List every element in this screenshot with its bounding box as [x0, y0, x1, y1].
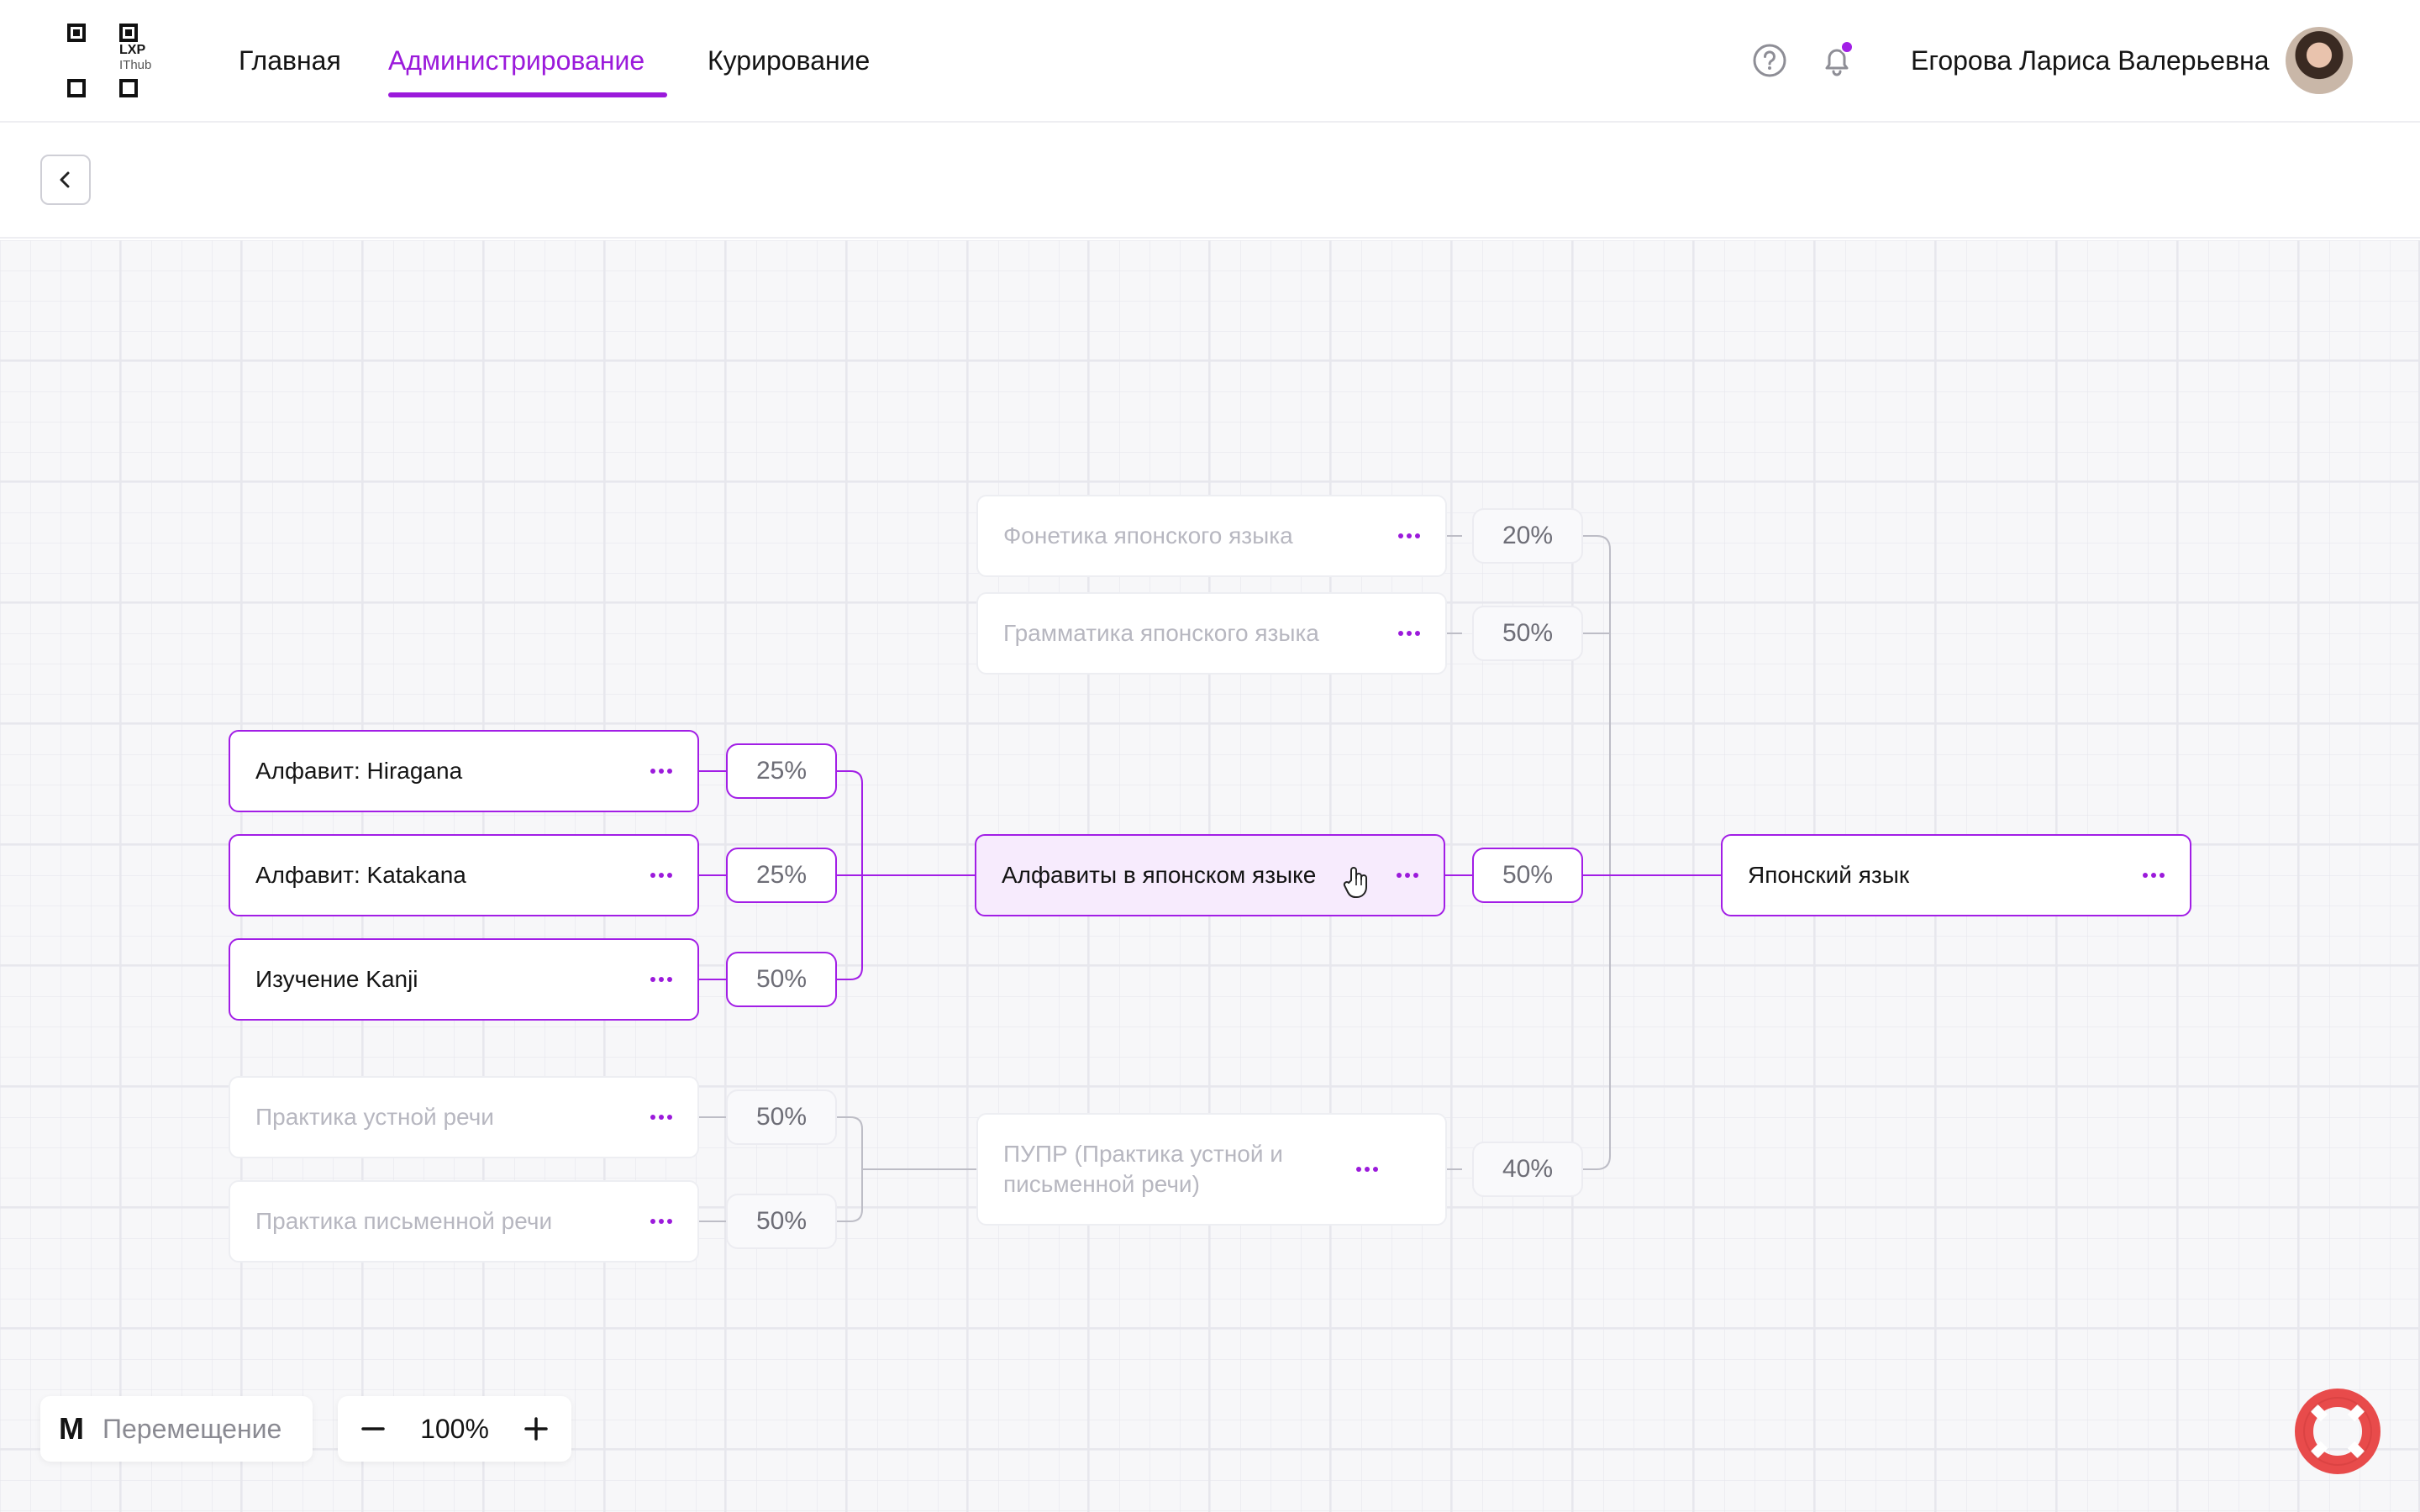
node-label: Фонетика японского языка: [1003, 522, 1293, 549]
weight-pupr[interactable]: 40%: [1472, 1142, 1583, 1197]
mode-label: Перемещение: [103, 1413, 282, 1444]
weight-katakana[interactable]: 25%: [726, 848, 837, 903]
logo-text-ithub: IThub: [119, 58, 152, 72]
node-phonetics[interactable]: Фонетика японского языка: [976, 495, 1447, 577]
logo-text-lxp: LXP: [119, 43, 146, 57]
node-kanji[interactable]: Изучение Kanji: [229, 938, 699, 1021]
node-label: Практика устной речи: [255, 1104, 494, 1130]
more-icon[interactable]: [1356, 1167, 1378, 1172]
weight-grammar[interactable]: 50%: [1472, 606, 1583, 661]
more-icon[interactable]: [2143, 873, 2165, 878]
weight-alphabets[interactable]: 50%: [1472, 848, 1583, 903]
node-label: Практика письменной речи: [255, 1208, 553, 1234]
hand-cursor-icon: [1343, 867, 1367, 898]
notification-badge-dot: [1840, 40, 1854, 54]
node-hiragana[interactable]: Алфавит: Hiragana: [229, 730, 699, 812]
top-header: LXP IThub Главная Администрирование Кури…: [0, 0, 2420, 123]
lifebuoy-icon[interactable]: [2294, 1388, 2381, 1475]
weight-hiragana[interactable]: 25%: [726, 743, 837, 799]
node-writing-practice[interactable]: Практика письменной речи: [229, 1180, 699, 1263]
more-icon[interactable]: [1397, 873, 1418, 878]
mode-indicator[interactable]: M Перемещение: [40, 1396, 313, 1462]
node-label: Японский язык: [1748, 862, 1910, 888]
zoom-control: 100%: [338, 1396, 571, 1462]
minus-icon: [361, 1427, 385, 1431]
more-icon[interactable]: [650, 1219, 672, 1224]
node-label: ПУПР (Практика устной и письменной речи): [1003, 1141, 1283, 1197]
more-icon[interactable]: [1398, 533, 1420, 538]
weight-kanji[interactable]: 50%: [726, 952, 837, 1007]
nav-item-administration[interactable]: Администрирование: [388, 44, 644, 77]
node-label: Алфавиты в японском языке: [1002, 862, 1317, 888]
logo-square: [119, 24, 138, 42]
node-speaking-practice[interactable]: Практика устной речи: [229, 1076, 699, 1158]
zoom-level: 100%: [420, 1413, 489, 1444]
logo-square: [119, 79, 138, 97]
node-label: Грамматика японского языка: [1003, 620, 1319, 646]
node-grammar[interactable]: Грамматика японского языка: [976, 592, 1447, 675]
logo-square: [67, 79, 86, 97]
zoom-out-button[interactable]: [356, 1412, 390, 1446]
node-japanese-language[interactable]: Японский язык: [1721, 834, 2191, 916]
user-name[interactable]: Егорова Лариса Валерьевна: [1911, 44, 2270, 77]
avatar[interactable]: [2286, 27, 2353, 94]
nav-active-underline: [388, 92, 667, 97]
back-button[interactable]: [40, 155, 91, 205]
chevron-left-icon: [60, 171, 70, 188]
mode-shortcut-key: M: [59, 1411, 84, 1446]
node-alphabets[interactable]: Алфавиты в японском языке: [975, 834, 1445, 916]
node-label: Алфавит: Katakana: [255, 862, 466, 888]
zoom-in-button[interactable]: [519, 1412, 553, 1446]
weight-speaking[interactable]: 50%: [726, 1089, 837, 1145]
node-pupr[interactable]: ПУПР (Практика устной и письменной речи): [976, 1113, 1447, 1226]
weight-writing[interactable]: 50%: [726, 1194, 837, 1249]
node-label: Изучение Kanji: [255, 966, 418, 992]
nav-item-home[interactable]: Главная: [239, 44, 341, 77]
page-toolbar: [0, 124, 2420, 239]
more-icon[interactable]: [650, 769, 672, 774]
nav-item-curation[interactable]: Курирование: [708, 44, 870, 77]
logo[interactable]: LXP IThub: [64, 22, 165, 101]
weight-phonetics[interactable]: 20%: [1472, 508, 1583, 564]
node-label: Алфавит: Hiragana: [255, 758, 463, 784]
more-icon[interactable]: [650, 977, 672, 982]
node-katakana[interactable]: Алфавит: Katakana: [229, 834, 699, 916]
help-circle-icon[interactable]: [1749, 40, 1790, 81]
more-icon[interactable]: [1398, 631, 1420, 636]
plus-icon: [524, 1417, 548, 1441]
more-icon[interactable]: [650, 1115, 672, 1120]
logo-square: [67, 24, 86, 42]
more-icon[interactable]: [650, 873, 672, 878]
